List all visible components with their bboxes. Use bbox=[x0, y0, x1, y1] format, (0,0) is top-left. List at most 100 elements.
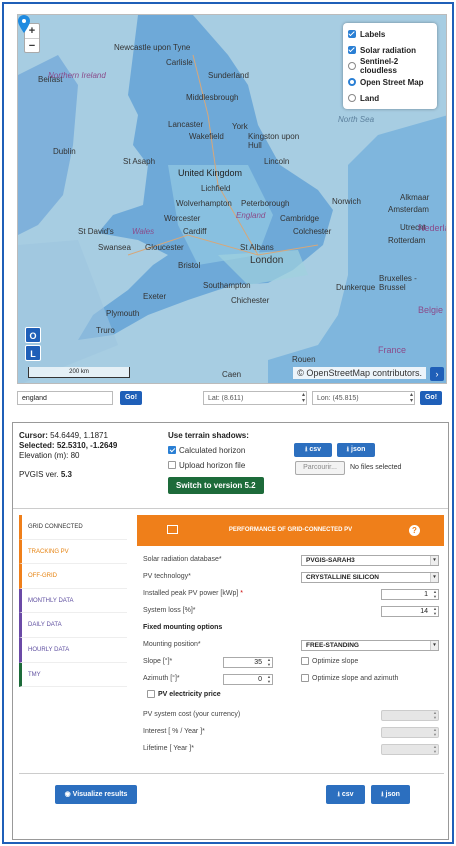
layer-sentinel[interactable]: Sentinel-2 cloudless bbox=[348, 57, 432, 75]
lifetime-input[interactable]: ▲ ▼ bbox=[381, 744, 439, 755]
radio-icon[interactable] bbox=[348, 62, 356, 70]
layer-label: Open Street Map bbox=[360, 77, 424, 87]
results-json-button[interactable]: ⭳ json bbox=[371, 785, 410, 804]
spinner-icon[interactable]: ▲ ▼ bbox=[433, 589, 437, 599]
calculated-horizon-option[interactable]: Calculated horizon bbox=[168, 444, 298, 456]
visualize-results-button[interactable]: ◉ Visualize results bbox=[55, 785, 137, 804]
results-csv-button[interactable]: ⭳ csv bbox=[326, 785, 365, 804]
map-place: Caen bbox=[222, 370, 242, 379]
layer-solar-radiation[interactable]: Solar radiation bbox=[348, 42, 432, 58]
lon-input[interactable] bbox=[312, 391, 415, 405]
layer-osm[interactable]: Open Street Map bbox=[348, 74, 432, 90]
map-o-button[interactable]: O bbox=[25, 327, 41, 343]
checkbox-icon[interactable] bbox=[301, 657, 309, 665]
spinner-icon[interactable]: ▴ ▾ bbox=[302, 392, 305, 404]
select-value: PVGIS-SARAH3 bbox=[306, 557, 355, 564]
map-place: Norwich bbox=[332, 197, 361, 206]
spinner-icon[interactable]: ▴ ▾ bbox=[410, 392, 413, 404]
cost-input[interactable]: ▲ ▼ bbox=[381, 710, 439, 721]
tab-tracking-pv[interactable]: TRACKING PV bbox=[19, 539, 127, 565]
map-place: Lichfield bbox=[201, 184, 231, 193]
cost-label: PV system cost (your currency) bbox=[143, 711, 241, 718]
search-row: Go! ▴▾ ▴▾ Go! bbox=[17, 390, 447, 406]
pv-tech-label: PV technology* bbox=[143, 573, 191, 580]
spinner-icon: ▲ ▼ bbox=[433, 710, 437, 720]
map-country: Nederland bbox=[418, 223, 446, 233]
slope-input[interactable]: 35 ▲ ▼ bbox=[223, 657, 273, 668]
cursor-value: 54.6449, 1.1871 bbox=[50, 431, 108, 440]
checkbox-icon[interactable] bbox=[168, 446, 176, 454]
map-place: Plymouth bbox=[106, 309, 140, 318]
app-frame: Newcastle upon Tyne Carlisle Sunderland … bbox=[2, 2, 454, 844]
version-value: 5.3 bbox=[60, 470, 72, 479]
map-place: London bbox=[250, 255, 284, 266]
radiation-db-label: Solar radiation database* bbox=[143, 556, 222, 563]
optimize-both-option[interactable]: Optimize slope and azimuth bbox=[301, 674, 398, 682]
address-go-button[interactable]: Go! bbox=[120, 391, 142, 405]
layer-labels[interactable]: Labels bbox=[348, 26, 432, 42]
map-attribution: © OpenStreetMap contributors. bbox=[293, 367, 426, 379]
tab-off-grid[interactable]: OFF-GRID bbox=[19, 564, 127, 589]
radio-icon[interactable] bbox=[348, 94, 356, 102]
horizon-json-button[interactable]: ⭳ json bbox=[337, 443, 375, 457]
map-place: Bristol bbox=[178, 261, 201, 270]
map[interactable]: Newcastle upon Tyne Carlisle Sunderland … bbox=[17, 14, 447, 384]
checkbox-icon[interactable] bbox=[348, 30, 356, 38]
lifetime-label: Lifetime [ Year ]* bbox=[143, 745, 194, 752]
tab-hourly-data[interactable]: HOURLY DATA bbox=[19, 637, 127, 663]
checkbox-icon[interactable] bbox=[147, 690, 155, 698]
fixed-mounting-title: Fixed mounting options bbox=[143, 624, 223, 631]
tab-grid-connected[interactable]: GRID CONNECTED bbox=[19, 515, 127, 540]
attribution-toggle[interactable]: › bbox=[430, 367, 444, 381]
mounting-select[interactable]: FREE-STANDING ▾ bbox=[301, 640, 439, 651]
horizon-csv-button[interactable]: ⭳ csv bbox=[294, 443, 332, 457]
map-place: St David's bbox=[78, 227, 114, 236]
layer-label: Sentinel-2 cloudless bbox=[360, 57, 399, 75]
help-icon[interactable]: ? bbox=[409, 525, 420, 536]
spinner-icon[interactable]: ▲ ▼ bbox=[267, 657, 271, 667]
map-place: Alkmaar bbox=[400, 193, 430, 202]
tab-tmy[interactable]: TMY bbox=[19, 662, 127, 688]
radiation-db-select[interactable]: PVGIS-SARAH3 ▾ bbox=[301, 555, 439, 566]
spinner-icon[interactable]: ▲ ▼ bbox=[267, 674, 271, 684]
input-value: 0 bbox=[258, 676, 262, 683]
button-label: csv bbox=[309, 446, 322, 453]
map-l-button[interactable]: L bbox=[25, 345, 41, 361]
layer-land[interactable]: Land bbox=[348, 90, 432, 106]
pv-tech-select[interactable]: CRYSTALLINE SILICON ▾ bbox=[301, 572, 439, 583]
peak-power-input[interactable]: 1 ▲ ▼ bbox=[381, 589, 439, 600]
divider bbox=[13, 508, 448, 509]
map-place: Exeter bbox=[143, 292, 167, 301]
map-place: Amsterdam bbox=[388, 205, 429, 214]
checkbox-icon[interactable] bbox=[348, 46, 356, 54]
zoom-out-button[interactable]: − bbox=[25, 38, 39, 52]
map-place: Swansea bbox=[98, 243, 131, 252]
address-input[interactable] bbox=[17, 391, 113, 405]
pv-price-option[interactable]: PV electricity price bbox=[147, 690, 221, 698]
interest-input[interactable]: ▲ ▼ bbox=[381, 727, 439, 738]
button-label: json bbox=[385, 791, 400, 798]
layer-switcher: Labels Solar radiation Sentinel-2 cloudl… bbox=[343, 23, 437, 109]
upload-horizon-option[interactable]: Upload horizon file bbox=[168, 459, 298, 471]
browse-button[interactable]: Parcourir... bbox=[295, 461, 345, 475]
map-place: Carlisle bbox=[166, 58, 193, 67]
button-label: json bbox=[351, 446, 366, 453]
checkbox-icon[interactable] bbox=[168, 461, 176, 469]
map-place: Middlesbrough bbox=[186, 93, 239, 102]
radio-icon[interactable] bbox=[348, 78, 356, 86]
system-loss-input[interactable]: 14 ▲ ▼ bbox=[381, 606, 439, 617]
checkbox-icon[interactable] bbox=[301, 674, 309, 682]
spinner-icon[interactable]: ▲ ▼ bbox=[433, 606, 437, 616]
tab-monthly-data[interactable]: MONTHLY DATA bbox=[19, 588, 127, 614]
coords-go-button[interactable]: Go! bbox=[420, 391, 442, 405]
optimize-slope-option[interactable]: Optimize slope bbox=[301, 657, 358, 665]
tab-daily-data[interactable]: DAILY DATA bbox=[19, 613, 127, 638]
azimuth-input[interactable]: 0 ▲ ▼ bbox=[223, 674, 273, 685]
switch-version-button[interactable]: Switch to version 5.2 bbox=[168, 477, 264, 494]
selected-value: 52.5310, -1.2649 bbox=[56, 441, 118, 450]
location-marker-icon[interactable] bbox=[18, 15, 30, 33]
lat-input[interactable] bbox=[203, 391, 307, 405]
option-label: Upload horizon file bbox=[179, 460, 246, 470]
calculation-panel: Cursor: 54.6449, 1.1871 Selected: 52.531… bbox=[12, 422, 449, 840]
map-place: Rouen bbox=[292, 355, 316, 364]
